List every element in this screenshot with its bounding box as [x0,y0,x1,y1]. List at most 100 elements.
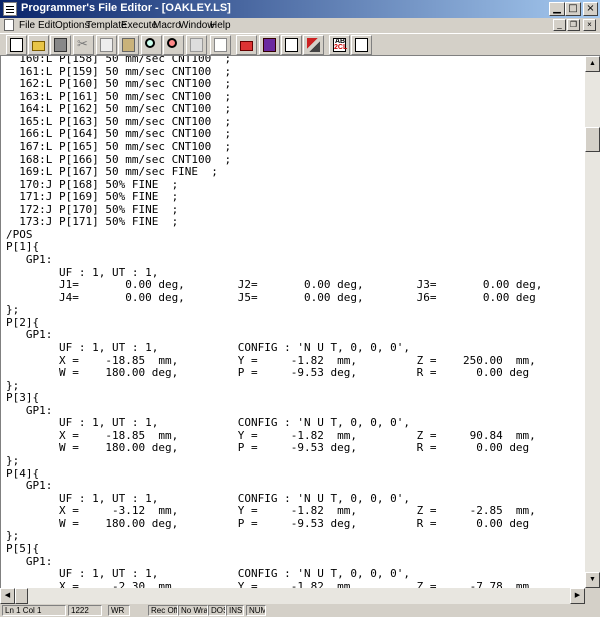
minimize-button[interactable]: ▁ [549,2,565,16]
scrollbar-corner [585,588,600,604]
open-button[interactable] [28,35,49,55]
status-position: Ln 1 Col 1 [2,605,66,616]
menu-file[interactable]: File [19,20,35,31]
code-line: P[1]{ [6,240,40,254]
menu-macro[interactable]: Macro [153,20,181,31]
new-file-button[interactable] [6,35,27,55]
up-arrow-icon: ▲ [589,60,596,67]
menu-execute[interactable]: Execute [121,20,157,31]
close-button[interactable]: × [583,2,598,16]
status-bar: Ln 1 Col 1 1222 WR Rec Off No Wrap DOS I… [0,604,600,617]
toolbar [0,33,600,56]
vertical-scroll-thumb[interactable] [585,127,600,152]
brush-button[interactable] [303,35,324,55]
menu-bar: File Edit Options Template Execute Macro… [0,18,600,33]
child-close-icon: × [587,20,592,29]
child-close-button[interactable]: × [583,19,596,31]
save-disk-icon [54,38,67,52]
menu-help[interactable]: Help [210,20,231,31]
maximize-button[interactable]: □ [565,2,581,16]
code-line: 173:J P[171] 50% FINE ; [6,215,179,229]
code-line: }; [6,454,20,467]
paste-icon [122,38,135,52]
menu-options[interactable]: Options [55,20,89,31]
list-button[interactable] [210,35,231,55]
code-line: P[2]{ [6,315,40,329]
new-file-icon [10,38,23,52]
code-line: 162:L P[160] 50 mm/sec CNT100 ; [6,77,232,91]
code-line: P[3]{ [6,391,40,405]
ms-dos-button[interactable] [259,35,280,55]
maximize-icon: □ [568,3,578,14]
ms-dos-icon [263,38,276,52]
status-wrap: No Wrap [178,605,208,616]
title-bar: Programmer's File Editor - [OAKLEY.LS] ▁… [0,0,600,18]
scroll-up-button[interactable]: ▲ [585,56,600,72]
code-line: }; [6,529,20,543]
app-icon[interactable] [3,2,17,16]
status-count: 1222 [68,605,102,616]
code-line: P[4]{ [6,466,40,480]
robot-icon [240,41,253,51]
ab-2cl-icon [333,38,347,52]
copy-button[interactable] [96,35,117,55]
notepad-button[interactable] [351,35,372,55]
status-numlock: NUM [246,605,266,616]
save-button[interactable] [50,35,71,55]
status-record: Rec Off [148,605,178,616]
code-line: 167:L P[165] 50 mm/sec CNT100 ; [6,139,232,153]
code-line: W = 180.00 deg, P = -9.53 deg, R = 0.00 … [6,441,530,455]
code-line: GP1: [6,479,53,493]
right-arrow-icon: ▶ [574,592,581,599]
find-next-button[interactable] [163,35,184,55]
code-line: GP1: [6,253,53,266]
code-line: UF : 1, UT : 1, CONFIG : 'N U T, 0, 0, 0… [6,340,410,354]
document-icon [285,38,298,52]
scroll-down-button[interactable]: ▼ [585,572,600,588]
status-insert: INS [226,605,244,616]
paste-button[interactable] [118,35,139,55]
ab-2cl-button[interactable] [329,35,350,55]
code-line: }; [6,303,20,317]
code-line: J1= 0.00 deg, J2= 0.00 deg, J3= 0.00 deg… [6,278,543,292]
status-format: DOS [208,605,226,616]
code-line: 169:L P[167] 50 mm/sec FINE ; [6,165,218,179]
code-line: P[5]{ [6,541,40,555]
code-line: }; [6,378,20,392]
code-line: 164:L P[162] 50 mm/sec CNT100 ; [6,102,232,116]
child-minimize-button[interactable]: _ [553,19,566,31]
find-next-icon [167,38,177,48]
status-mode: WR [108,605,130,616]
horizontal-scroll-thumb[interactable] [15,588,28,604]
code-lines: 160:L P[158] 50 mm/sec CNT100 ; 161:L P[… [6,56,542,588]
code-line: 171:J P[169] 50% FINE ; [6,190,179,204]
document-button[interactable] [281,35,302,55]
code-line: UF : 1, UT : 1, CONFIG : 'N U T, 0, 0, 0… [6,416,410,430]
window-title: Programmer's File Editor - [OAKLEY.LS] [21,2,231,14]
find-button[interactable] [141,35,162,55]
down-arrow-icon: ▼ [589,576,596,583]
code-line: J4= 0.00 deg, J5= 0.00 deg, J6= 0.00 deg [6,290,536,304]
notepad-icon [355,38,368,52]
cut-scissors-icon [77,36,90,52]
child-restore-button[interactable]: ❐ [567,19,580,31]
scroll-right-button[interactable]: ▶ [570,588,585,604]
child-minimize-icon: _ [557,20,562,29]
code-line: UF : 1, UT : 1, CONFIG : 'N U T, 0, 0, 0… [6,567,410,581]
code-line: W = 180.00 deg, P = -9.53 deg, R = 0.00 … [6,366,530,380]
horizontal-scrollbar[interactable] [0,588,585,604]
robot-button[interactable] [236,35,257,55]
brush-icon [307,38,320,52]
document-menu-icon[interactable] [4,19,14,31]
find-icon [145,38,155,48]
code-line: X = -2.30 mm, Y = -1.82 mm, Z = -7.78 mm… [6,579,536,588]
left-arrow-icon: ◀ [4,592,11,599]
child-restore-icon: ❐ [569,20,578,29]
menu-edit[interactable]: Edit [38,20,55,31]
scroll-left-button[interactable]: ◀ [0,588,15,604]
mark-button[interactable] [186,35,207,55]
cut-button[interactable] [73,35,94,55]
code-line: W = 180.00 deg, P = -9.53 deg, R = 0.00 … [6,516,530,530]
minimize-icon: ▁ [553,3,561,14]
editor-text-area[interactable]: 160:L P[158] 50 mm/sec CNT100 ; 161:L P[… [0,56,585,588]
